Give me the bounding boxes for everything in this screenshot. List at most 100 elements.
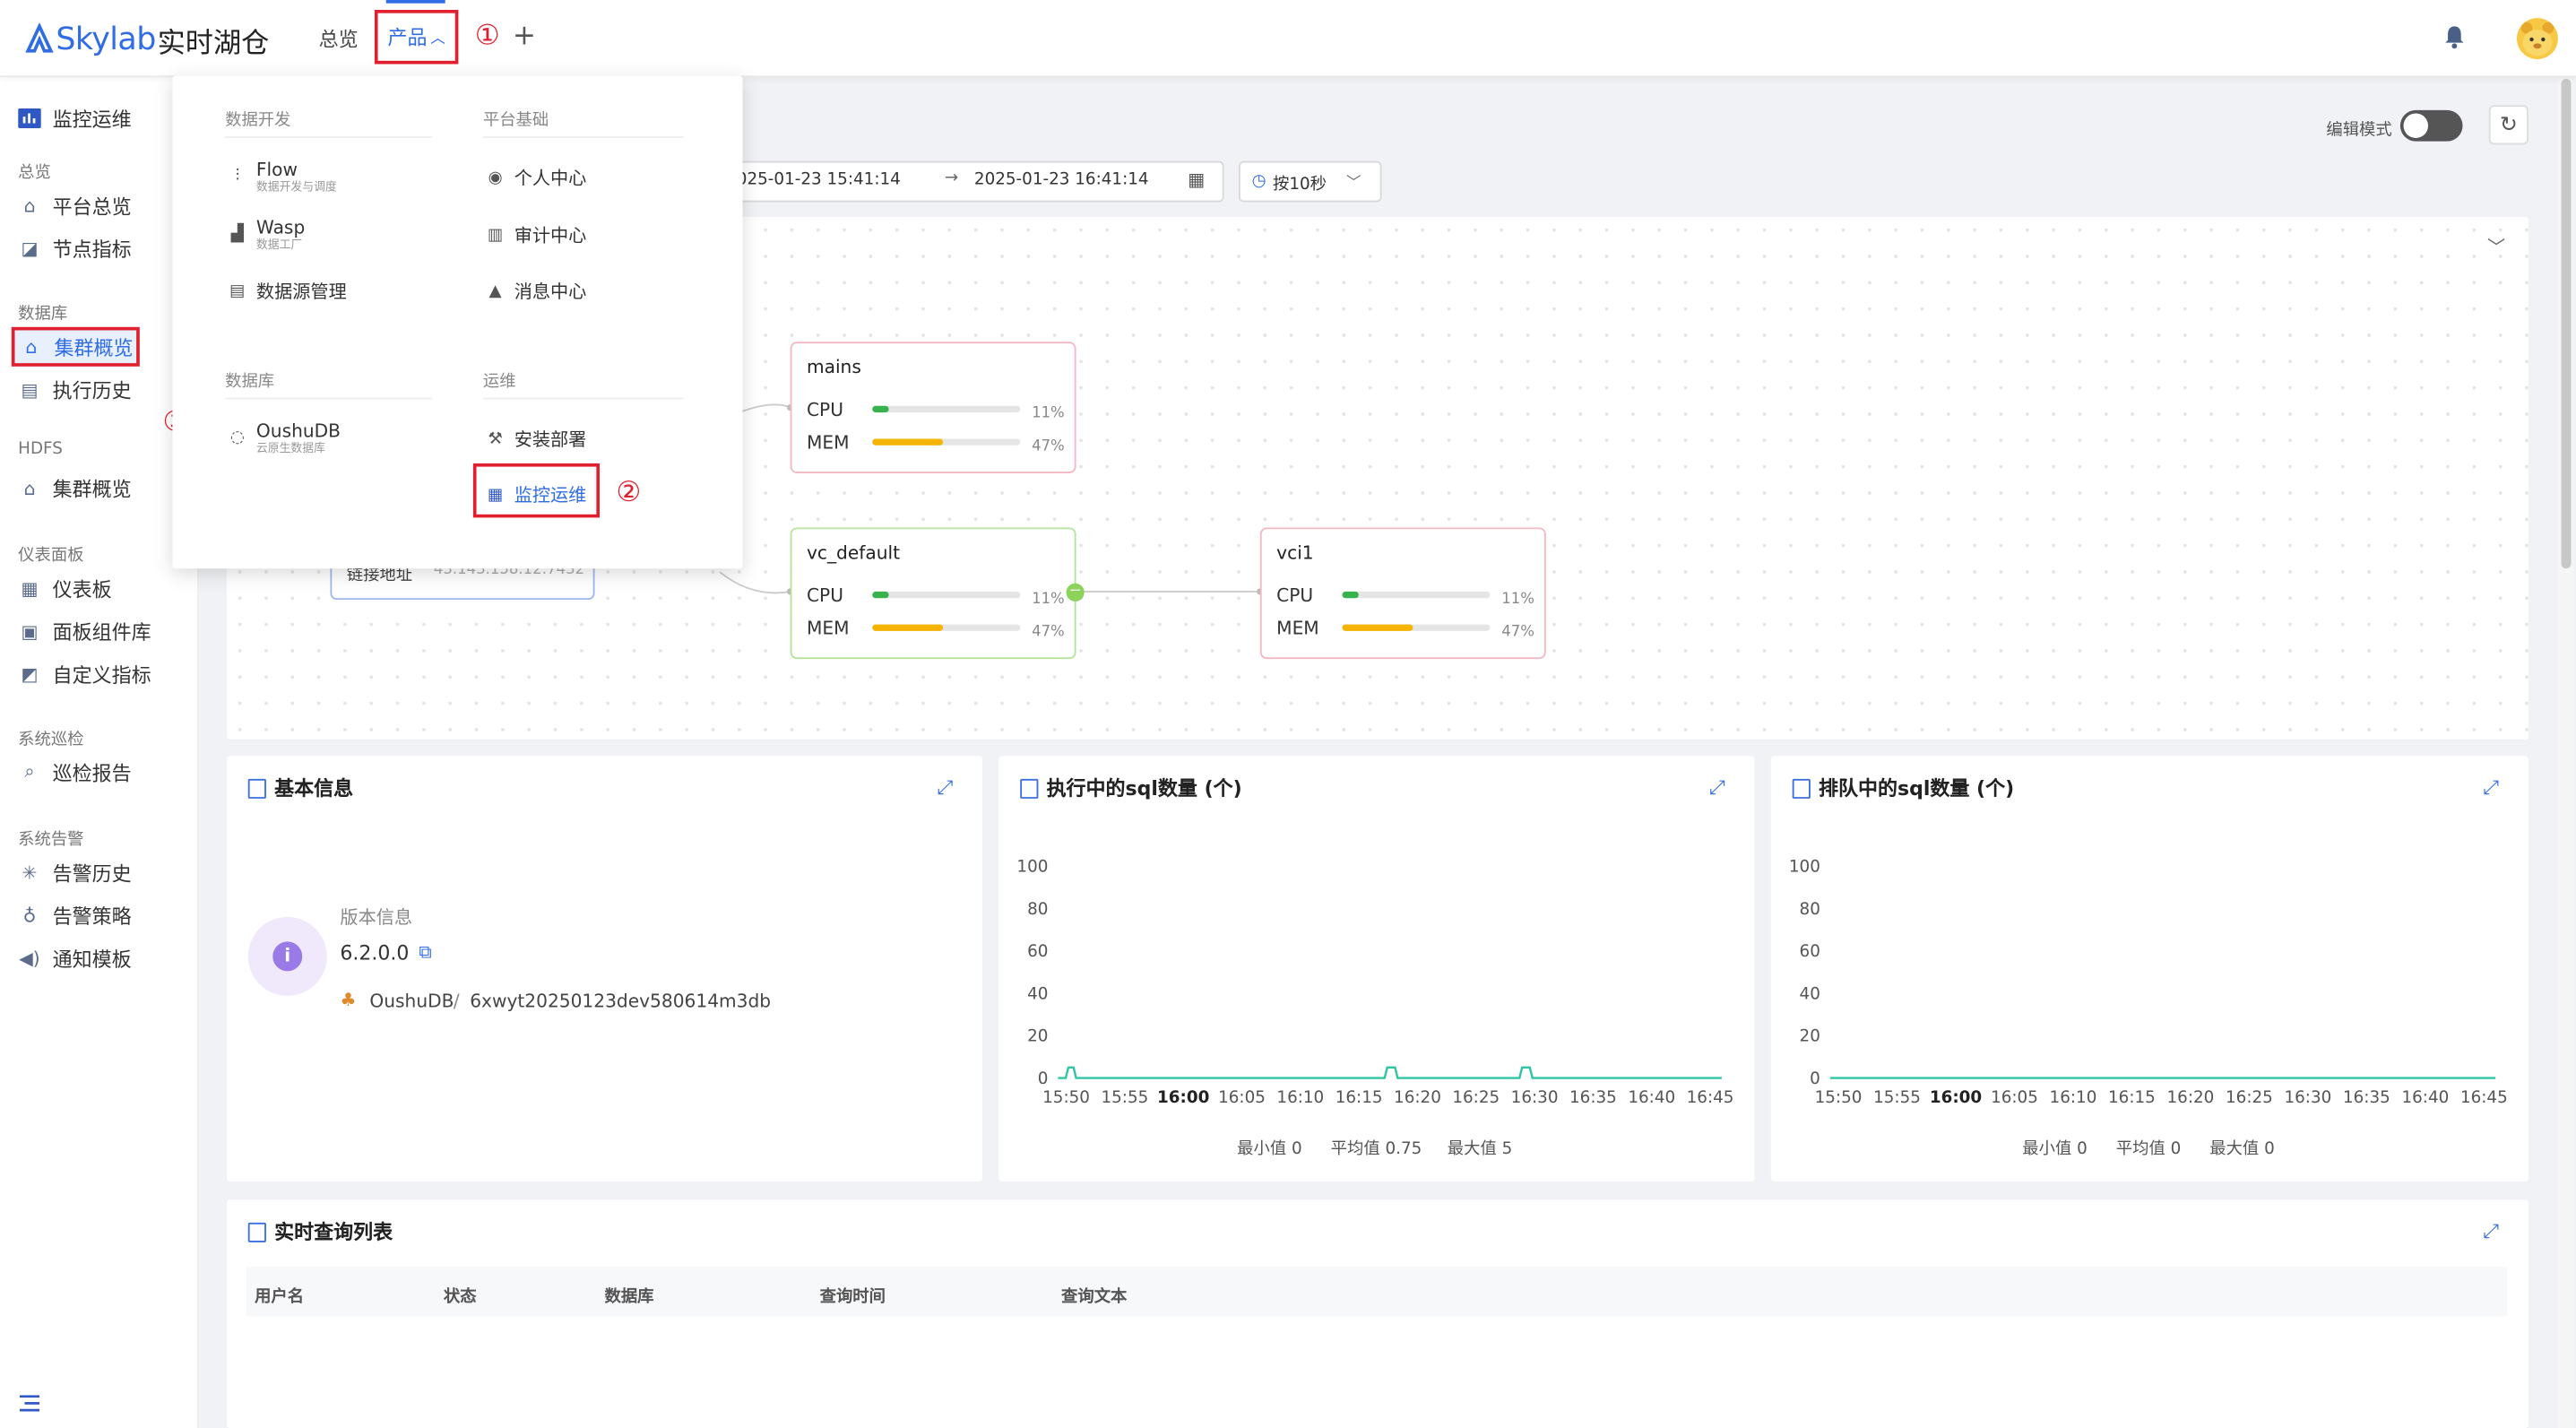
nav-product[interactable]: 产品 ︿ xyxy=(374,9,459,65)
monitor-icon: ▦ xyxy=(487,485,504,504)
menu-item-label: 个人中心 xyxy=(514,167,587,189)
nav-overview-label: 总览 xyxy=(318,28,359,51)
menu-item-flow[interactable]: ⫶ Flow 数据开发与调度 xyxy=(229,160,337,194)
chart-icon: ◪ xyxy=(21,237,39,259)
bell-icon[interactable] xyxy=(2443,24,2467,49)
mem-label: MEM xyxy=(1276,618,1319,640)
dashboard-icon: ▦ xyxy=(21,577,39,600)
sidebar-item-monitor-label: 监控运维 xyxy=(52,108,132,131)
y-tick-label: 100 xyxy=(1016,857,1048,876)
cpu-percent: 11% xyxy=(1501,591,1534,609)
add-tab-button[interactable]: + xyxy=(513,20,536,53)
node-vc-default[interactable]: vc_default CPU 11% MEM 47% − xyxy=(790,527,1085,660)
copy-icon[interactable]: ⧉ xyxy=(419,941,431,965)
time-start[interactable]: 2025-01-23 15:41:14 xyxy=(726,171,901,189)
x-tick-label: 16:00 xyxy=(1930,1088,1982,1107)
x-tick-label: 16:00 xyxy=(1157,1088,1209,1107)
sidebar-item-hdfs-cluster[interactable]: ⌂ 集群概览 xyxy=(0,468,197,507)
alert-icon: ✳ xyxy=(22,861,38,884)
sidebar-item-widget-lib[interactable]: ▣ 面板组件库 xyxy=(0,611,197,651)
expand-icon[interactable]: ⤢ xyxy=(937,775,953,800)
menu-item-audit-center[interactable]: ▥ 审计中心 xyxy=(487,221,587,247)
avatar[interactable] xyxy=(2517,18,2558,59)
collapse-node-icon[interactable]: − xyxy=(1066,583,1085,601)
oushudb-icon: ◌ xyxy=(229,428,245,447)
column-header-query-time[interactable]: 查询时间 xyxy=(820,1282,886,1306)
marker-1: ① xyxy=(474,19,500,53)
menu-item-message-center[interactable]: ▲ 消息中心 xyxy=(487,278,587,304)
menu-item-install[interactable]: ⚒ 安装部署 xyxy=(487,426,587,452)
sliders-icon: ⫶ xyxy=(235,167,240,186)
column-header-database[interactable]: 数据库 xyxy=(605,1282,654,1306)
sidebar-item-monitor[interactable]: 监控运维 xyxy=(0,99,197,138)
sidebar-item-label: 仪表板 xyxy=(52,577,112,601)
refresh-interval-select[interactable]: ◷ 按10秒 ﹀ xyxy=(1239,160,1382,203)
avatar-bear-icon xyxy=(2520,22,2554,56)
scrollbar-track[interactable] xyxy=(2557,78,2575,1428)
menu-item-label: 审计中心 xyxy=(514,225,587,247)
sidebar-item-exec-history[interactable]: ▤ 执行历史 xyxy=(0,369,197,409)
mem-percent: 47% xyxy=(1032,438,1065,455)
menu-item-datasource[interactable]: ▤ 数据源管理 xyxy=(229,278,347,304)
sidebar-item-inspection-report[interactable]: ⌕ 巡检报告 xyxy=(0,753,197,792)
column-header-user[interactable]: 用户名 xyxy=(255,1282,304,1306)
column-header-status[interactable]: 状态 xyxy=(444,1282,477,1306)
sidebar-item-label: 执行历史 xyxy=(52,378,132,402)
stat-max: 最大值 0 xyxy=(2209,1140,2275,1159)
y-tick-label: 40 xyxy=(1027,984,1048,1003)
menu-item-personal-center[interactable]: ◉ 个人中心 xyxy=(487,164,587,190)
sidebar-item-alert-history[interactable]: ✳ 告警历史 xyxy=(0,852,197,892)
x-tick-label: 16:20 xyxy=(2167,1088,2215,1107)
sidebar-group-hdfs: HDFS xyxy=(18,440,63,459)
node-vci1[interactable]: vci1 CPU 11% MEM 47% xyxy=(1259,527,1546,660)
basic-info-card: 基本信息 ⤢ i 版本信息 6.2.0.0 ⧉ ♣ OushuDB / 6xwy… xyxy=(226,756,983,1182)
menu-item-monitor-ops[interactable]: ▦ 监控运维 xyxy=(487,481,586,507)
refresh-button[interactable]: ↻ xyxy=(2488,105,2528,145)
divider xyxy=(225,136,433,138)
collapse-menu-icon[interactable] xyxy=(19,1387,39,1412)
sidebar-item-alert-policy[interactable]: ♁ 告警策略 xyxy=(0,896,197,935)
menu-item-oushudb[interactable]: ◌ OushuDB 云原生数据库 xyxy=(229,420,341,454)
skylab-logo-icon xyxy=(25,22,54,53)
node-mains[interactable]: mains CPU 11% MEM 47% xyxy=(790,342,1076,473)
x-tick-label: 16:45 xyxy=(1687,1088,1734,1107)
sidebar-item-custom-metrics[interactable]: ◩ 自定义指标 xyxy=(0,654,197,694)
running-sql-chart: 0 20 40 60 80 100 15:50 15:55 16:00 16:05 16:10 16:… xyxy=(1016,857,1734,1107)
info-badge: i xyxy=(247,916,327,996)
time-end[interactable]: 2025-01-23 16:41:14 xyxy=(974,171,1149,189)
menu-item-label: 安装部署 xyxy=(514,428,587,451)
y-tick-label: 20 xyxy=(1027,1027,1048,1046)
node-name: mains xyxy=(806,356,861,378)
y-tick-label: 60 xyxy=(1800,942,1820,961)
separator: / xyxy=(453,991,460,1013)
x-tick-label: 16:35 xyxy=(2343,1088,2390,1107)
menu-item-sub: 云原生数据库 xyxy=(255,442,325,455)
nav-overview[interactable]: 总览 xyxy=(319,0,359,77)
expand-icon[interactable]: ⤢ xyxy=(2483,1219,2499,1243)
sidebar-item-notify-template[interactable]: ◀) 通知模板 xyxy=(0,939,197,978)
time-range-picker[interactable]: 2025-01-23 15:41:14 → 2025-01-23 16:41:1… xyxy=(689,160,1224,203)
divider xyxy=(482,397,684,400)
sidebar-item-dashboard[interactable]: ▦ 仪表板 xyxy=(0,568,197,608)
home-icon: ⌂ xyxy=(23,195,36,217)
sidebar-item-node-metrics[interactable]: ◪ 节点指标 xyxy=(0,229,197,268)
version-value: 6.2.0.0 xyxy=(340,941,410,965)
sidebar-item-cluster-overview[interactable]: ⌂ 集群概览 xyxy=(11,326,140,367)
scrollbar-thumb[interactable] xyxy=(2561,78,2572,569)
menu-item-sub: 数据工厂 xyxy=(255,238,303,252)
brand-logo[interactable]: Skylab 实时湖仓 xyxy=(23,20,270,60)
factory-icon: ▟ xyxy=(230,225,244,244)
search-icon: ⌕ xyxy=(24,760,35,783)
build-id: 6xwyt20250123dev580614m3db xyxy=(470,991,772,1013)
monitor-icon xyxy=(18,107,41,130)
audit-icon: ▥ xyxy=(487,226,504,245)
edit-mode-toggle[interactable] xyxy=(2399,109,2463,142)
menu-item-wasp[interactable]: ▟ Wasp 数据工厂 xyxy=(229,217,305,251)
refresh-interval-value: 按10秒 xyxy=(1273,176,1327,195)
column-header-query-text[interactable]: 查询文本 xyxy=(1061,1282,1127,1306)
cpu-label: CPU xyxy=(806,399,843,421)
running-sql-card: 执行中的sql数量 (个) ⤢ 0 20 40 60 80 100 15:50 15:55 16… xyxy=(998,756,1755,1182)
sidebar-group-overview: 总览 xyxy=(18,164,51,183)
sidebar-item-platform-overview[interactable]: ⌂ 平台总览 xyxy=(0,186,197,225)
sidebar-item-label: 节点指标 xyxy=(52,237,132,261)
